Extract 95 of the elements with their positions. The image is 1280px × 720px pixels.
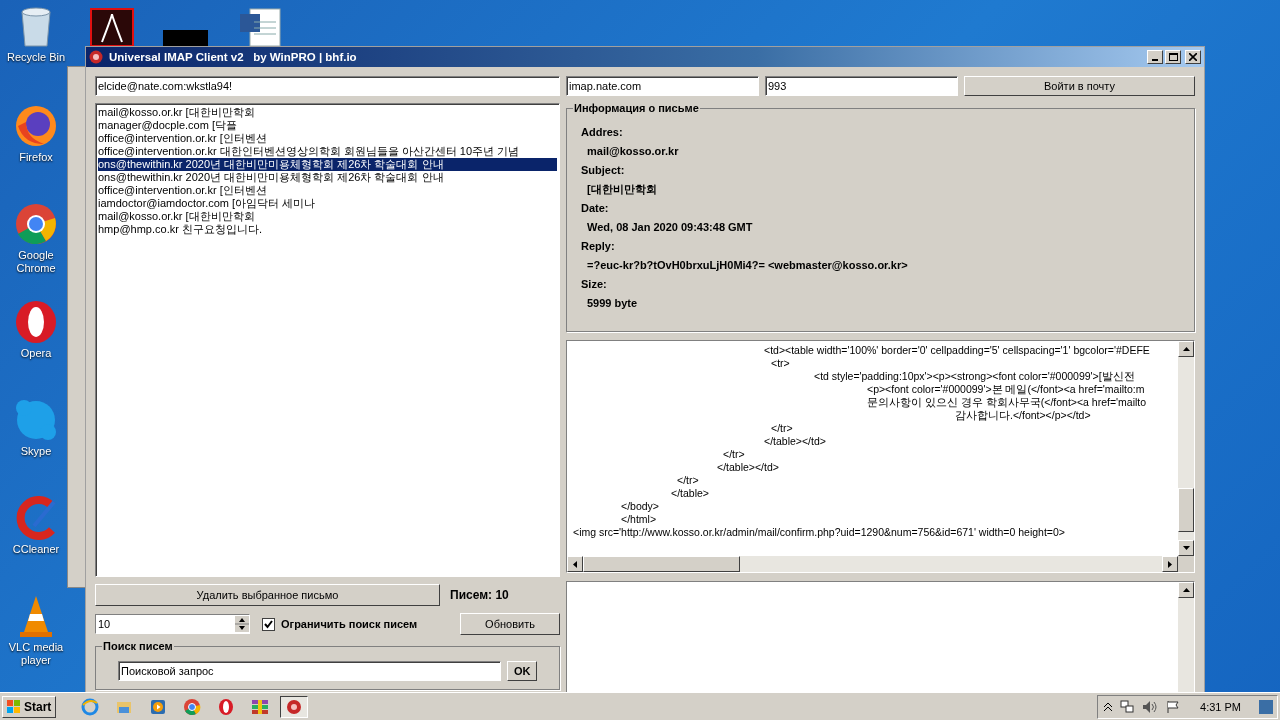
app-icon	[285, 697, 304, 716]
account-field[interactable]: elcide@nate.com:wkstla94!	[95, 76, 560, 96]
scroll-up-button[interactable]	[1178, 341, 1194, 357]
ring-logo-icon	[217, 697, 236, 716]
minimize-button[interactable]	[1147, 50, 1163, 64]
info-label: Date:	[581, 201, 610, 216]
start-button[interactable]: Start	[2, 695, 57, 718]
desktop-icon-label[interactable]: Recycle Bin	[1, 51, 71, 64]
message-item[interactable]: hmp@hmp.co.kr 친구요청입니다.	[98, 223, 557, 236]
source-line: </tr>	[723, 448, 745, 460]
source-line: <td style='padding:10px'><p><strong><font color='#000099'>[발신전	[814, 370, 1135, 382]
arrow-down-icon	[1182, 546, 1190, 550]
taskbar-app[interactable]	[280, 695, 309, 718]
source-line: <p><font color='#000099'>본 메일(</font><a href='mailto:m	[867, 383, 1145, 395]
close-button[interactable]	[1185, 50, 1201, 64]
info-label: Subject:	[581, 163, 626, 178]
scroll-thumb[interactable]	[583, 556, 740, 572]
message-item[interactable]: office@intervention.or.kr 대한인터벤션영상의학회 회원님들을 아산간센터 10주년 기념	[98, 145, 557, 158]
scroll-left-button[interactable]	[567, 556, 583, 572]
port-field[interactable]: 993	[765, 76, 958, 96]
clock[interactable]: 4:31 PM	[1200, 700, 1241, 713]
server-field[interactable]: imap.nate.com	[566, 76, 759, 96]
delete-button[interactable]: Удалить выбранное письмо	[95, 584, 440, 606]
source-line: </table>	[671, 487, 709, 499]
arrow-right-icon	[1168, 560, 1172, 568]
volume-icon[interactable]	[1142, 699, 1159, 714]
message-item[interactable]: ons@thewithin.kr 2020년 대한비만미용체형학회 제26차 학술대회 안내	[98, 158, 557, 171]
limit-checkbox-label[interactable]: Ограничить поиск писем	[281, 618, 418, 630]
desktop-icon-label[interactable]: Firefox	[1, 151, 71, 164]
scroll-down-button[interactable]	[1178, 540, 1194, 556]
message-item[interactable]: mail@kosso.or.kr [대한비만학회	[98, 210, 557, 223]
arrow-up-icon	[1182, 588, 1190, 592]
close-icon	[1189, 53, 1197, 61]
login-button[interactable]: Войти в почту	[964, 76, 1195, 96]
info-value: =?euc-kr?b?tOvH0brxuLjH0Mi4?= <webmaster@kosso.or.kr>	[586, 258, 909, 273]
source-line: <img src='http://www.kosso.or.kr/admin/mail/confirm.php?uid=1290&num=756&id=671' width=0 height=0>	[573, 526, 1065, 538]
source-line: <td><table width='100%' border='0' cellpadding='5' cellspacing='1' bgcolor='#DEFE	[764, 344, 1150, 356]
chevron-up-icon[interactable]	[1104, 701, 1113, 712]
play-icon	[149, 697, 168, 716]
source-line: </table></td>	[764, 435, 826, 447]
app-icon	[89, 50, 103, 64]
spin-arrows-icon[interactable]	[235, 616, 249, 632]
info-value: Wed, 08 Jan 2020 09:43:48 GMT	[586, 220, 754, 235]
fox-globe-icon[interactable]	[14, 104, 58, 148]
info-label: Reply:	[581, 239, 616, 254]
refresh-button[interactable]: Обновить	[460, 613, 560, 635]
message-item[interactable]: mail@kosso.or.kr [대한비만학회	[98, 106, 557, 119]
desktop-icon-label[interactable]: Opera	[1, 347, 71, 360]
source-line: </table></td>	[717, 461, 779, 473]
info-group-title: Информация о письме	[573, 102, 700, 114]
search-field[interactable]: Поисковой запрос	[118, 661, 501, 681]
thumbnail-icon[interactable]	[163, 30, 208, 46]
arrow-up-icon	[1182, 347, 1190, 351]
arrow-left-icon	[573, 560, 577, 568]
source-line: </tr>	[771, 422, 793, 434]
message-item[interactable]: office@intervention.or.kr [인터벤션	[98, 184, 557, 197]
search-group-title: Поиск писем	[102, 640, 174, 652]
maximize-button[interactable]	[1165, 50, 1181, 64]
message-item[interactable]: iamdoctor@iamdoctor.com [아임닥터 세미나	[98, 197, 557, 210]
source-line: <tr>	[771, 357, 790, 369]
desktop-icon-label[interactable]: CCleaner	[1, 543, 71, 556]
flag-icon[interactable]	[1166, 699, 1181, 714]
four-squares-icon	[7, 699, 21, 714]
desktop-icon-label[interactable]: Google Chrome	[1, 249, 71, 275]
scroll-thumb[interactable]	[1178, 488, 1194, 532]
scroll-right-button[interactable]	[1162, 556, 1178, 572]
info-value: [대한비만학회	[586, 182, 658, 197]
source-line: </html>	[621, 513, 657, 525]
window-title: Universal IMAP Client v2 by WinPRO | bhf.io	[109, 51, 357, 63]
info-value: 5999 byte	[586, 296, 639, 311]
info-label: Addres:	[581, 125, 624, 140]
limit-spin-field[interactable]: 10	[95, 614, 250, 634]
desktop-icon-label[interactable]: Skype	[1, 445, 71, 458]
source-line: 감사합니다.</font></p></td>	[955, 409, 1091, 421]
message-count: Писем: 10	[450, 588, 509, 602]
network-icon[interactable]	[1120, 699, 1135, 714]
maximize-icon	[1168, 53, 1178, 61]
ok-button[interactable]: OK	[507, 661, 537, 681]
ring-logo-icon[interactable]	[14, 300, 58, 344]
show-desktop-button[interactable]	[1259, 699, 1273, 714]
desktop-icon-label[interactable]: VLC media player	[1, 641, 71, 667]
chrome-ring-icon[interactable]	[14, 202, 58, 246]
chrome-ring-icon	[183, 697, 202, 716]
scroll-up-button[interactable]	[1178, 582, 1194, 598]
globe-icon	[81, 697, 100, 716]
message-item[interactable]: manager@docple.com [닥플	[98, 119, 557, 132]
source-line: 문의사항이 있으신 경우 학회사무국(</font><a href='mailto	[867, 396, 1147, 408]
message-item[interactable]: office@intervention.or.kr [인터벤션	[98, 132, 557, 145]
info-label: Size:	[581, 277, 608, 292]
message-item[interactable]: ons@thewithin.kr 2020년 대한비만미용체형학회 제26차 학술대회 안내	[98, 171, 557, 184]
source-line: </tr>	[677, 474, 699, 486]
info-value: mail@kosso.or.kr	[586, 144, 680, 159]
source-line: </body>	[621, 500, 659, 512]
limit-checkbox[interactable]	[262, 617, 275, 631]
scrollbar-corner	[1178, 556, 1194, 572]
